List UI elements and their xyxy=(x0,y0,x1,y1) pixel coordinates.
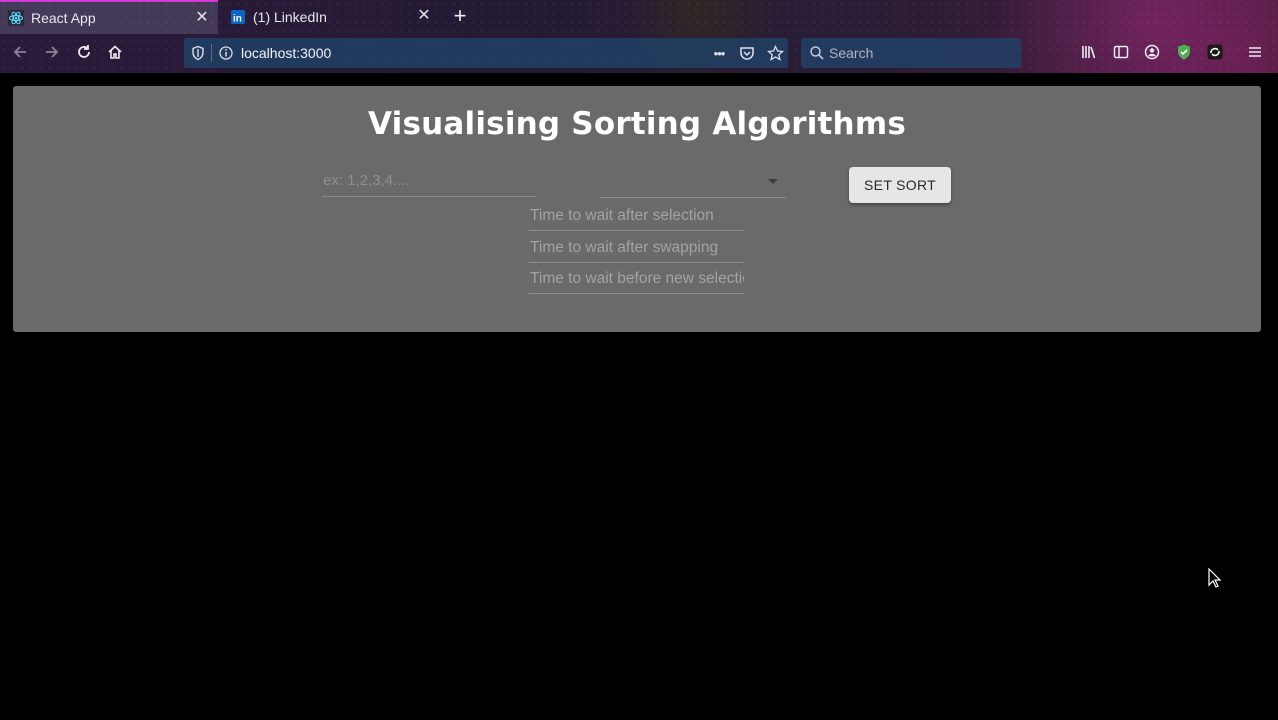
divider xyxy=(211,44,212,62)
bookmark-star-icon[interactable] xyxy=(766,44,784,62)
swap-delay-input[interactable] xyxy=(529,233,744,262)
adblock-shield-icon[interactable] xyxy=(1173,41,1195,63)
reload-button[interactable] xyxy=(73,41,95,63)
address-bar[interactable]: localhost:3000 ••• xyxy=(184,38,788,68)
page-actions-icon[interactable]: ••• xyxy=(710,44,728,62)
account-icon[interactable] xyxy=(1141,41,1163,63)
set-sort-button[interactable]: SET SORT xyxy=(849,167,951,203)
search-input[interactable] xyxy=(829,38,1015,68)
tab-title: (1) LinkedIn xyxy=(253,9,327,25)
selection-delay-input[interactable] xyxy=(529,201,744,230)
close-tab-icon[interactable]: ✕ xyxy=(194,10,210,26)
forward-button[interactable] xyxy=(41,41,63,63)
react-icon xyxy=(8,10,24,26)
chevron-down-icon xyxy=(768,179,778,184)
pocket-icon[interactable] xyxy=(738,44,756,62)
mouse-cursor-icon xyxy=(1208,568,1222,588)
close-tab-icon[interactable]: ✕ xyxy=(416,8,432,24)
extension-icon[interactable] xyxy=(1204,41,1226,63)
new-selection-delay-field[interactable] xyxy=(529,264,744,294)
algorithm-select[interactable] xyxy=(599,166,786,198)
svg-text:in: in xyxy=(233,14,242,25)
home-button[interactable] xyxy=(104,41,126,63)
linkedin-icon: in xyxy=(230,9,246,25)
new-selection-delay-input[interactable] xyxy=(529,264,744,293)
tab-title: React App xyxy=(31,10,96,26)
selection-delay-field[interactable] xyxy=(529,201,744,231)
new-tab-button[interactable]: + xyxy=(449,4,471,28)
array-field[interactable] xyxy=(322,166,536,197)
array-input[interactable] xyxy=(322,166,536,196)
shield-icon[interactable] xyxy=(190,45,206,61)
info-icon[interactable] xyxy=(218,45,234,61)
library-icon[interactable] xyxy=(1078,41,1100,63)
controls-panel: Visualising Sorting Algorithms SET SORT xyxy=(13,86,1261,332)
sidebar-icon[interactable] xyxy=(1110,41,1132,63)
browser-toolbar: React App ✕ in (1) LinkedIn ✕ + localhos… xyxy=(0,0,1278,73)
page-title: Visualising Sorting Algorithms xyxy=(368,106,906,142)
page-body: Visualising Sorting Algorithms SET SORT xyxy=(0,73,1278,720)
swap-delay-field[interactable] xyxy=(529,233,744,263)
back-button[interactable] xyxy=(9,41,31,63)
search-icon xyxy=(809,45,825,61)
url-text[interactable]: localhost:3000 xyxy=(241,45,331,61)
menu-icon[interactable] xyxy=(1244,41,1266,63)
tab-linkedin[interactable]: in (1) LinkedIn ✕ xyxy=(222,0,440,34)
search-bar[interactable] xyxy=(801,38,1021,68)
tab-react-app[interactable]: React App ✕ xyxy=(0,0,218,34)
